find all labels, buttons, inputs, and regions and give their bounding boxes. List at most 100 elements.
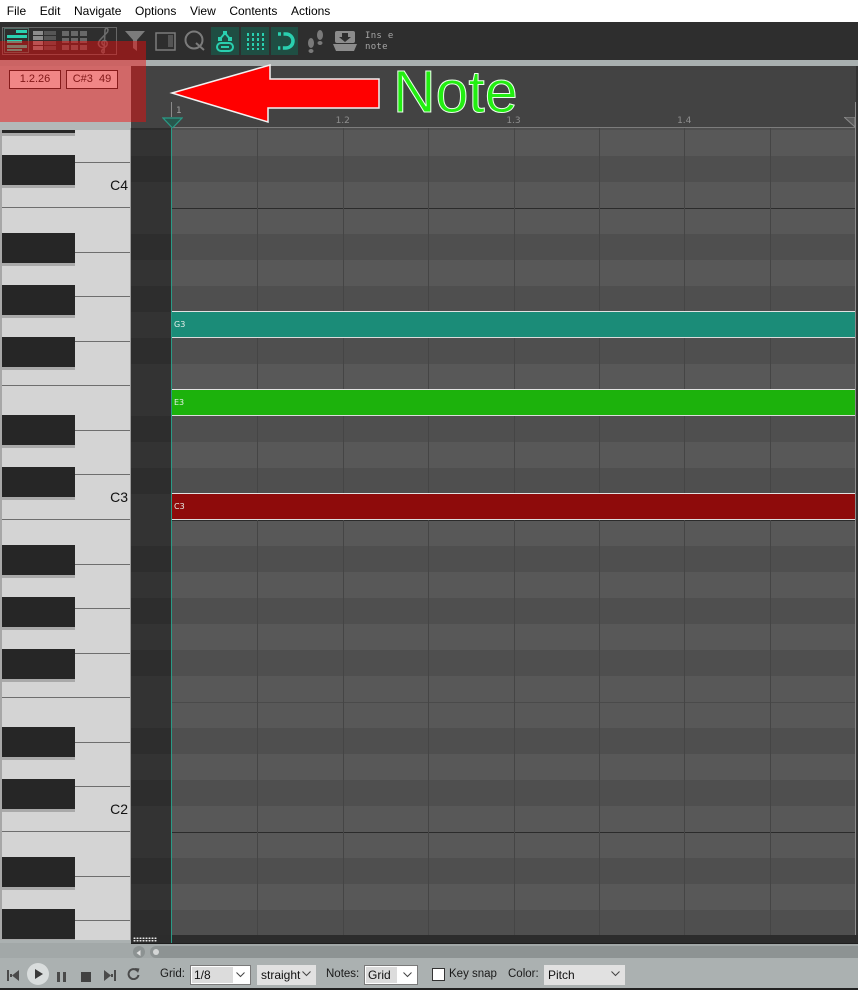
midi-editor-window: File Edit Navigate Options View Contents…: [0, 0, 858, 990]
grid-row[interactable]: [131, 858, 855, 884]
piano-key-black[interactable]: [2, 337, 75, 367]
pause-button[interactable]: [57, 969, 67, 987]
grid-division-select[interactable]: 1/8: [190, 965, 251, 985]
note-color-select[interactable]: Pitch: [544, 965, 625, 985]
grid-row[interactable]: [131, 884, 855, 910]
grid-row[interactable]: [131, 338, 855, 364]
start-tick: [171, 102, 172, 117]
pitch-velocity-readout: C#3 49: [66, 70, 118, 89]
piano-key-black[interactable]: [2, 909, 75, 939]
grid-row[interactable]: [131, 364, 855, 390]
menu-actions[interactable]: Actions: [284, 0, 337, 22]
grid-row[interactable]: [131, 442, 855, 468]
grid-line-vertical: [599, 128, 600, 935]
cc-lane-divider[interactable]: [131, 935, 858, 943]
notes-snap-select[interactable]: Grid: [364, 965, 418, 985]
midi-note[interactable]: G3: [172, 311, 855, 338]
key-snap-checkbox[interactable]: [432, 968, 445, 981]
grid-row[interactable]: [131, 182, 855, 208]
grid-row[interactable]: [131, 754, 855, 780]
grid-row[interactable]: [131, 780, 855, 806]
grid-row[interactable]: [131, 286, 855, 312]
key-snap-label[interactable]: Key snap: [449, 967, 497, 981]
event-list-button[interactable]: [155, 32, 176, 51]
play-button[interactable]: [27, 963, 49, 985]
grid-line-vertical: [257, 128, 258, 935]
named-notes-icon: [33, 30, 57, 51]
lane-resize-grip[interactable]: [133, 937, 157, 942]
grid-row[interactable]: [131, 624, 855, 650]
grid-row[interactable]: [131, 208, 855, 234]
piano-key-black[interactable]: [2, 233, 75, 263]
grid-line-vertical: [514, 128, 515, 935]
grid-row[interactable]: [131, 520, 855, 546]
grid-row[interactable]: [131, 546, 855, 572]
piano-key-black[interactable]: [2, 597, 75, 627]
grid-row[interactable]: [131, 598, 855, 624]
filter-icon: [124, 30, 146, 52]
grid-row[interactable]: [131, 572, 855, 598]
grid-row[interactable]: [131, 260, 855, 286]
grid-division-value: 1/8: [192, 967, 233, 983]
named-notes-view-button[interactable]: [33, 30, 57, 51]
event-list-icon: [155, 32, 176, 51]
menu-options[interactable]: Options: [128, 0, 183, 22]
menu-file[interactable]: File: [0, 0, 33, 22]
scroll-left-button[interactable]: [133, 946, 145, 958]
insert-note-button[interactable]: [333, 30, 357, 53]
piano-keyboard[interactable]: C2 C3 C4: [2, 130, 130, 940]
menu-navigate[interactable]: Navigate: [67, 0, 128, 22]
grid-row[interactable]: [131, 650, 855, 676]
piano-key-black[interactable]: [2, 130, 75, 133]
quantize-button[interactable]: [184, 30, 206, 52]
note-color-value: Pitch: [548, 968, 575, 982]
go-to-end-button[interactable]: [103, 968, 116, 986]
grid-row[interactable]: [131, 130, 855, 156]
menu-edit[interactable]: Edit: [33, 0, 67, 22]
note-label: E3: [174, 398, 185, 407]
grid-row[interactable]: [131, 156, 855, 182]
grid-row[interactable]: [131, 676, 855, 702]
midi-note[interactable]: C3: [172, 493, 855, 520]
ruler-label-measure: 1: [176, 106, 182, 116]
chase-button[interactable]: [211, 27, 239, 55]
piano-key-black[interactable]: [2, 727, 75, 757]
chevron-down-icon: [403, 972, 412, 978]
drum-grid-view-button[interactable]: [62, 30, 88, 51]
notes-snap-value: Grid: [366, 967, 397, 983]
go-to-start-button[interactable]: [7, 968, 20, 986]
scrollbar-track[interactable]: [150, 946, 858, 958]
piano-roll-view-button[interactable]: [4, 28, 29, 53]
grid-row[interactable]: [131, 416, 855, 442]
grid-row[interactable]: [131, 832, 855, 858]
piano-key-black[interactable]: [2, 285, 75, 315]
piano-key-black[interactable]: [2, 545, 75, 575]
chevron-down-icon: [611, 971, 620, 977]
piano-key-black[interactable]: [2, 649, 75, 679]
grid-row[interactable]: [131, 234, 855, 260]
stop-button[interactable]: [81, 969, 91, 987]
swing-select[interactable]: straight: [257, 965, 316, 985]
grid-row[interactable]: [131, 806, 855, 832]
midi-note[interactable]: E3: [172, 389, 855, 416]
timeline-ruler[interactable]: 1 1.2 1.3 1.4: [131, 66, 858, 129]
filter-button[interactable]: [124, 30, 146, 52]
grid-row[interactable]: [131, 728, 855, 754]
snap-button[interactable]: [271, 27, 298, 55]
grid-row[interactable]: [131, 702, 855, 728]
grid-row[interactable]: [131, 910, 855, 935]
notation-view-button[interactable]: [95, 27, 113, 55]
menu-contents[interactable]: Contents: [223, 0, 285, 22]
piano-key-black[interactable]: [2, 857, 75, 887]
loop-button[interactable]: [127, 967, 140, 985]
piano-key-black[interactable]: [2, 415, 75, 445]
piano-roll-grid[interactable]: G3 E3 C3: [131, 128, 855, 935]
menu-view[interactable]: View: [183, 0, 222, 22]
piano-key-black[interactable]: [2, 155, 75, 185]
grid-lines-button[interactable]: [241, 27, 269, 55]
scrollbar-thumb[interactable]: [153, 949, 159, 955]
piano-key-black[interactable]: [2, 467, 75, 497]
step-input-button[interactable]: [305, 30, 327, 54]
grid-row[interactable]: [131, 468, 855, 494]
piano-key-black[interactable]: [2, 779, 75, 809]
